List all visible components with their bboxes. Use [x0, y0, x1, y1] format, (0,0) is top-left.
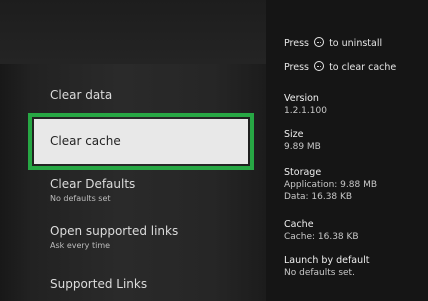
- cache-label: Cache: [284, 219, 314, 230]
- cache-value: Cache: 16.38 KB: [284, 232, 359, 242]
- storage-label: Storage: [284, 167, 322, 178]
- version-value: 1.2.1.100: [284, 106, 327, 116]
- menu-item-clear-data[interactable]: Clear data: [50, 88, 112, 103]
- version-info: Version 1.2.1.100: [284, 93, 327, 117]
- menu-item-supported-links[interactable]: Supported Links: [50, 277, 147, 292]
- launch-default-value: No defaults set.: [284, 268, 355, 278]
- menu-item-open-supported-links[interactable]: Open supported links Ask every time: [50, 224, 178, 251]
- menu-item-clear-defaults[interactable]: Clear Defaults No defaults set: [50, 177, 135, 204]
- size-label: Size: [284, 129, 304, 140]
- storage-data: Data: 16.38 KB: [284, 192, 353, 202]
- size-info: Size 9.89 MB: [284, 129, 321, 153]
- menu-item-title: Clear Defaults: [50, 177, 136, 191]
- menu-button-icon: [314, 37, 325, 47]
- hint-pre: Press: [284, 62, 310, 73]
- menu-item-title: Supported Links: [50, 277, 148, 291]
- uninstall-hint: Press to uninstall: [284, 37, 382, 49]
- menu-item-subtitle: No defaults set: [50, 194, 111, 203]
- cache-info: Cache Cache: 16.38 KB: [284, 219, 359, 243]
- storage-info: Storage Application: 9.88 MB Data: 16.38…: [284, 167, 377, 203]
- menu-item-subtitle: Ask every time: [50, 241, 111, 250]
- storage-application: Application: 9.88 MB: [284, 180, 378, 190]
- size-value: 9.89 MB: [284, 142, 321, 152]
- menu-button-icon: [314, 61, 325, 71]
- header-band: [0, 0, 266, 64]
- hint-pre: Press: [284, 38, 310, 49]
- menu-item-title: Open supported links: [50, 224, 179, 238]
- version-label: Version: [284, 93, 319, 104]
- clear-cache-hint: Press to clear cache: [284, 61, 396, 73]
- menu-item-title: Clear cache: [50, 134, 121, 148]
- launch-default-label: Launch by default: [284, 255, 370, 266]
- hint-post: to uninstall: [329, 38, 383, 49]
- menu-item-title: Clear data: [50, 88, 113, 102]
- launch-default-info: Launch by default No defaults set.: [284, 255, 370, 279]
- hint-post: to clear cache: [329, 62, 397, 73]
